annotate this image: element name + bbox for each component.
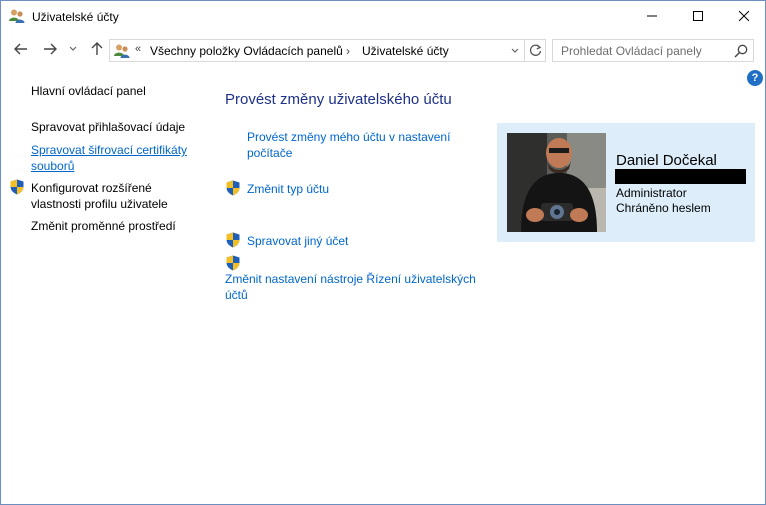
user-role: Administrator [616, 186, 687, 200]
breadcrumb-arrow[interactable]: › [346, 44, 350, 58]
uac-shield-icon [9, 179, 25, 195]
control-panel-icon [114, 43, 130, 59]
back-button[interactable] [10, 38, 32, 60]
left-nav-environment-variables[interactable]: Změnit proměnné prostředí [31, 218, 176, 234]
users-icon [9, 8, 25, 24]
task-uac-line2: účtů [225, 288, 248, 302]
left-nav-profile-line1: Konfigurovat rozšířené [31, 181, 152, 195]
title-bar: Uživatelské účty [1, 1, 765, 32]
address-dropdown-button[interactable] [506, 40, 524, 61]
breadcrumb-all-items[interactable]: Všechny položky Ovládacích panelů [150, 44, 343, 58]
user-account-card: Daniel Dočekal Administrator Chráněno he… [497, 123, 755, 242]
task-uac-line1: Změnit nastavení nástroje Řízení uživate… [225, 272, 476, 286]
redacted-email [615, 169, 746, 184]
left-nav-certificates-line2: souborů [31, 159, 75, 173]
page-title: Provést změny uživatelského účtu [225, 91, 452, 108]
navigation-bar: « Všechny položky Ovládacích panelů › Už… [1, 36, 765, 64]
window-title: Uživatelské účty [32, 10, 119, 24]
left-nav-certificates-line1: Spravovat šifrovací certifikáty [31, 143, 188, 157]
user-password-status: Chráněno heslem [616, 201, 711, 215]
uac-shield-icon [225, 255, 241, 271]
address-bar[interactable]: « Všechny položky Ovládacích panelů › Už… [109, 39, 546, 62]
left-nav-certificates[interactable]: Spravovat šifrovací certifikáty souborů [31, 142, 187, 174]
user-name: Daniel Dočekal [616, 152, 717, 169]
close-button[interactable] [721, 1, 766, 31]
left-nav-profile-properties[interactable]: Konfigurovat rozšířené vlastnosti profil… [31, 180, 168, 212]
left-nav-credentials[interactable]: Spravovat přihlašovací údaje [31, 119, 185, 135]
search-input[interactable]: Prohledat Ovládací panely [561, 44, 702, 58]
search-icon[interactable] [733, 43, 749, 59]
user-avatar [507, 133, 606, 232]
control-panel-window: Uživatelské účty « Všechny položky Ovlád… [0, 0, 766, 505]
task-uac-settings[interactable]: Změnit nastavení nástroje Řízení uživate… [225, 271, 476, 303]
task-change-account-line2: počítače [247, 146, 293, 160]
maximize-button[interactable] [675, 1, 721, 31]
left-nav-profile-line2: vlastnosti profilu uživatele [31, 197, 168, 211]
task-change-account-line1: Provést změny mého účtu v nastavení [247, 130, 451, 144]
task-change-account-type[interactable]: Změnit typ účtu [247, 181, 329, 197]
task-manage-other-account[interactable]: Spravovat jiný účet [247, 233, 348, 249]
up-button[interactable] [86, 38, 108, 60]
minimize-button[interactable] [629, 1, 675, 31]
uac-shield-icon [225, 232, 241, 248]
help-icon[interactable]: ? [747, 70, 763, 86]
search-box[interactable]: Prohledat Ovládací panely [552, 39, 754, 62]
refresh-button[interactable] [524, 40, 545, 61]
uac-shield-icon [225, 180, 241, 196]
recent-locations-button[interactable] [65, 38, 81, 60]
hidden-crumbs-chevron[interactable]: « [135, 43, 141, 55]
forward-button[interactable] [39, 38, 61, 60]
breadcrumb-user-accounts[interactable]: Uživatelské účty [362, 44, 449, 58]
task-change-account-settings[interactable]: Provést změny mého účtu v nastavení počí… [247, 129, 450, 161]
left-nav-home[interactable]: Hlavní ovládací panel [31, 83, 146, 99]
